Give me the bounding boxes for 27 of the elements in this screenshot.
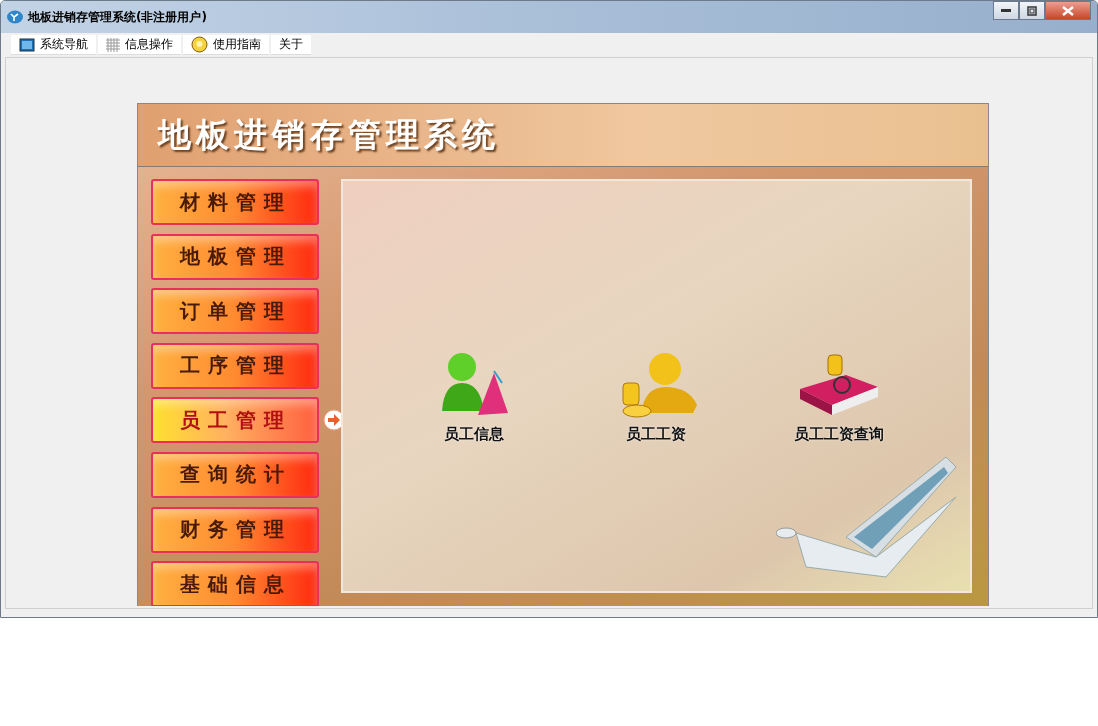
menu-tab[interactable]: 信息操作 (98, 35, 181, 55)
minimize-button[interactable] (993, 1, 1019, 20)
window-title: 地板进销存管理系统(非注册用户) (28, 8, 207, 26)
restore-icon (1027, 5, 1037, 16)
minimize-icon (1001, 8, 1011, 13)
function-label[interactable]: 员工工资查询 (793, 425, 884, 444)
close-button[interactable] (1045, 1, 1091, 20)
function-label[interactable]: 员工信息 (444, 425, 505, 444)
menu-tab[interactable]: 使用指南 (183, 35, 269, 55)
sidebar-item[interactable]: 材料管理 (151, 179, 319, 225)
close-icon (1062, 5, 1074, 16)
menu-tab[interactable]: 关于 (271, 35, 311, 55)
grid-icon (106, 37, 120, 52)
sidebar-item[interactable]: 员工管理 (151, 397, 319, 444)
sidebar-item[interactable]: 基础信息 (151, 561, 319, 606)
banner-title: 地板进销存管理系统 (158, 113, 500, 156)
sidebar-item[interactable]: 工序管理 (151, 342, 319, 389)
sidebar-item[interactable]: 订单管理 (151, 288, 319, 335)
monitor-icon (19, 37, 35, 52)
help-icon (191, 36, 208, 53)
restore-button[interactable] (1019, 1, 1045, 20)
sidebar-item[interactable]: 查询统计 (151, 451, 319, 498)
app-logo-icon (7, 10, 23, 24)
menu-tab[interactable]: 系统导航 (11, 35, 96, 55)
sidebar-item[interactable]: 地板管理 (151, 233, 319, 280)
function-label[interactable]: 员工工资 (626, 425, 687, 444)
sidebar-item[interactable]: 财务管理 (151, 506, 319, 553)
